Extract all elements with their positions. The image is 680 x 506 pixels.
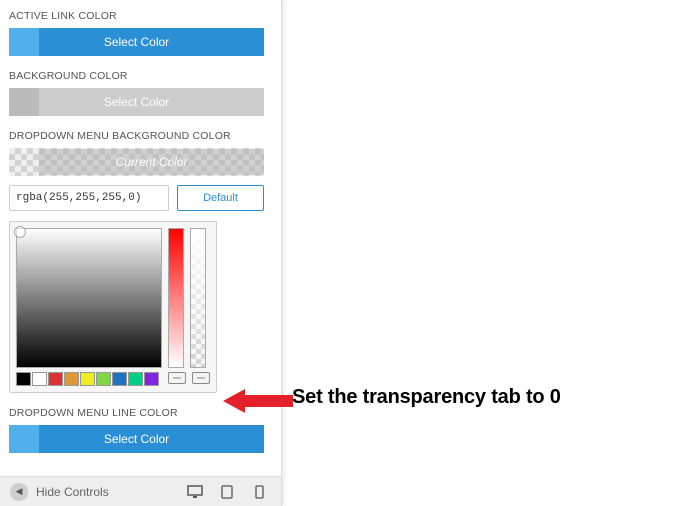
button-label: Select Color <box>104 432 169 446</box>
collapse-icon[interactable]: ◀ <box>10 483 28 501</box>
color-picker <box>9 221 217 393</box>
default-button[interactable]: Default <box>177 185 264 211</box>
section-label-dd-bg: DROPDOWN MENU BACKGROUND COLOR <box>9 130 272 142</box>
color-swatch <box>9 88 39 116</box>
mobile-icon[interactable] <box>251 485 267 499</box>
select-color-button-active-link[interactable]: Select Color <box>9 28 264 56</box>
palette-swatch[interactable] <box>112 372 127 386</box>
bottom-bar: ◀ Hide Controls <box>0 476 281 506</box>
select-color-button-background[interactable]: Select Color <box>9 88 264 116</box>
current-color-button[interactable]: Current Color <box>9 148 264 176</box>
hue-slider-handle[interactable] <box>168 372 186 384</box>
tablet-icon[interactable] <box>219 485 235 499</box>
palette-swatch[interactable] <box>144 372 159 386</box>
customizer-panel: ACTIVE LINK COLOR Select Color BACKGROUN… <box>0 0 282 506</box>
annotation-arrow-icon <box>223 388 293 414</box>
palette-swatch[interactable] <box>96 372 111 386</box>
palette-swatch[interactable] <box>16 372 31 386</box>
alpha-slider[interactable] <box>190 228 206 368</box>
button-label: Select Color <box>104 95 169 109</box>
palette-swatch[interactable] <box>48 372 63 386</box>
palette-swatch[interactable] <box>80 372 95 386</box>
palette-swatch[interactable] <box>64 372 79 386</box>
palette-row <box>16 372 162 386</box>
select-color-button-dd-line[interactable]: Select Color <box>9 425 264 453</box>
color-swatch <box>9 425 39 453</box>
color-swatch <box>9 28 39 56</box>
saturation-value-area[interactable] <box>16 228 162 368</box>
desktop-icon[interactable] <box>187 485 203 499</box>
palette-swatch[interactable] <box>128 372 143 386</box>
section-label-active-link: ACTIVE LINK COLOR <box>9 10 272 22</box>
button-label: Current Color <box>39 149 264 175</box>
hide-controls-label[interactable]: Hide Controls <box>36 485 109 499</box>
palette-swatch[interactable] <box>32 372 47 386</box>
section-label-background: BACKGROUND COLOR <box>9 70 272 82</box>
alpha-slider-handle[interactable] <box>192 372 210 384</box>
annotation-text: Set the transparency tab to 0 <box>292 386 561 409</box>
hue-slider[interactable] <box>168 228 184 368</box>
button-label: Select Color <box>104 35 169 49</box>
sv-cursor-icon <box>14 226 26 238</box>
rgba-input[interactable] <box>9 185 169 211</box>
